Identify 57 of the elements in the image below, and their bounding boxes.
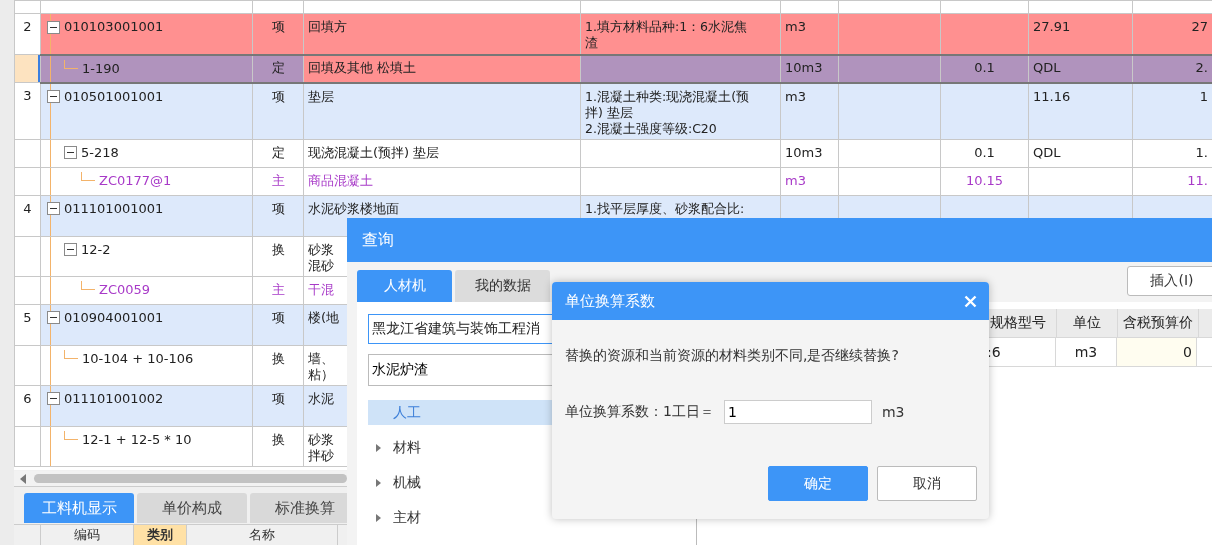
tree-label: 主材	[393, 508, 421, 527]
row-number: 5	[14, 304, 41, 345]
item-name: 垫层	[303, 82, 581, 139]
item-name: 商品混凝土	[303, 167, 581, 195]
quantity-cell: 0.1	[940, 54, 1029, 83]
row-number: 2	[14, 13, 41, 55]
item-code: ZC0177@1	[99, 172, 172, 189]
row-number: 4	[14, 195, 41, 236]
table-cell: 11.	[1132, 167, 1212, 195]
item-description: 1.填方材料品种:1：6水泥焦 渣	[580, 13, 781, 55]
item-type: 项	[252, 385, 304, 426]
item-type: 换	[252, 426, 304, 466]
item-code: 011101001002	[64, 390, 164, 407]
item-type: 换	[252, 345, 304, 385]
item-code: 1-190	[82, 60, 120, 77]
unit-cell: 10m3	[780, 139, 839, 167]
item-type: 定	[252, 54, 304, 83]
unit-cell: m3	[780, 167, 839, 195]
unit-cell: m3	[780, 82, 839, 139]
unit-cell: m3	[780, 13, 839, 55]
table-cell: 11.16	[1028, 82, 1133, 139]
table-cell: 1	[1132, 82, 1212, 139]
quantity-cell: 10.15	[940, 167, 1029, 195]
table-cell: 0	[1116, 338, 1196, 366]
tree-label: 机械	[393, 473, 421, 492]
table-cell: 2.	[1132, 54, 1212, 83]
item-code: ZC0059	[99, 281, 151, 298]
table-cell: QDL	[1028, 139, 1133, 167]
row-number: 3	[14, 82, 41, 139]
row-number: 6	[14, 385, 41, 426]
item-code: 12-2	[81, 241, 111, 258]
item-description: 1.混凝土种类:现浇混凝土(预 拌) 垫层 2.混凝土强度等级:C20	[580, 82, 781, 139]
item-code: 010103001001	[64, 19, 164, 35]
item-code: 12-1 + 12-5 * 10	[82, 431, 192, 448]
item-type: 项	[252, 304, 304, 345]
unit-cell: 10m3	[780, 54, 839, 83]
quantity-cell: 0.1	[940, 139, 1029, 167]
item-type: 项	[252, 195, 304, 236]
item-type: 换	[252, 236, 304, 276]
table-cell: 27	[1132, 13, 1212, 55]
item-name: 回填方	[303, 13, 581, 55]
table-cell: 27.91	[1028, 13, 1133, 55]
item-code: 010904001001	[64, 309, 164, 326]
item-name: 现浇混凝土(预拌) 垫层	[303, 139, 581, 167]
item-code: 5-218	[81, 144, 119, 161]
item-code: 011101001001	[64, 200, 164, 217]
tree-label: 人工	[393, 403, 421, 422]
item-code: 010501001001	[64, 88, 164, 105]
dialog-title: 查询	[347, 218, 1212, 262]
table-cell: QDL	[1028, 54, 1133, 83]
item-type: 项	[252, 13, 304, 55]
item-name: 回填及其他 松填土	[303, 54, 581, 83]
item-type: 项	[252, 82, 304, 139]
tree-label: 材料	[393, 438, 421, 457]
table-cell: 1.	[1132, 139, 1212, 167]
item-code: 10-104 + 10-106	[82, 350, 194, 367]
factor-unit: m3	[881, 404, 905, 420]
